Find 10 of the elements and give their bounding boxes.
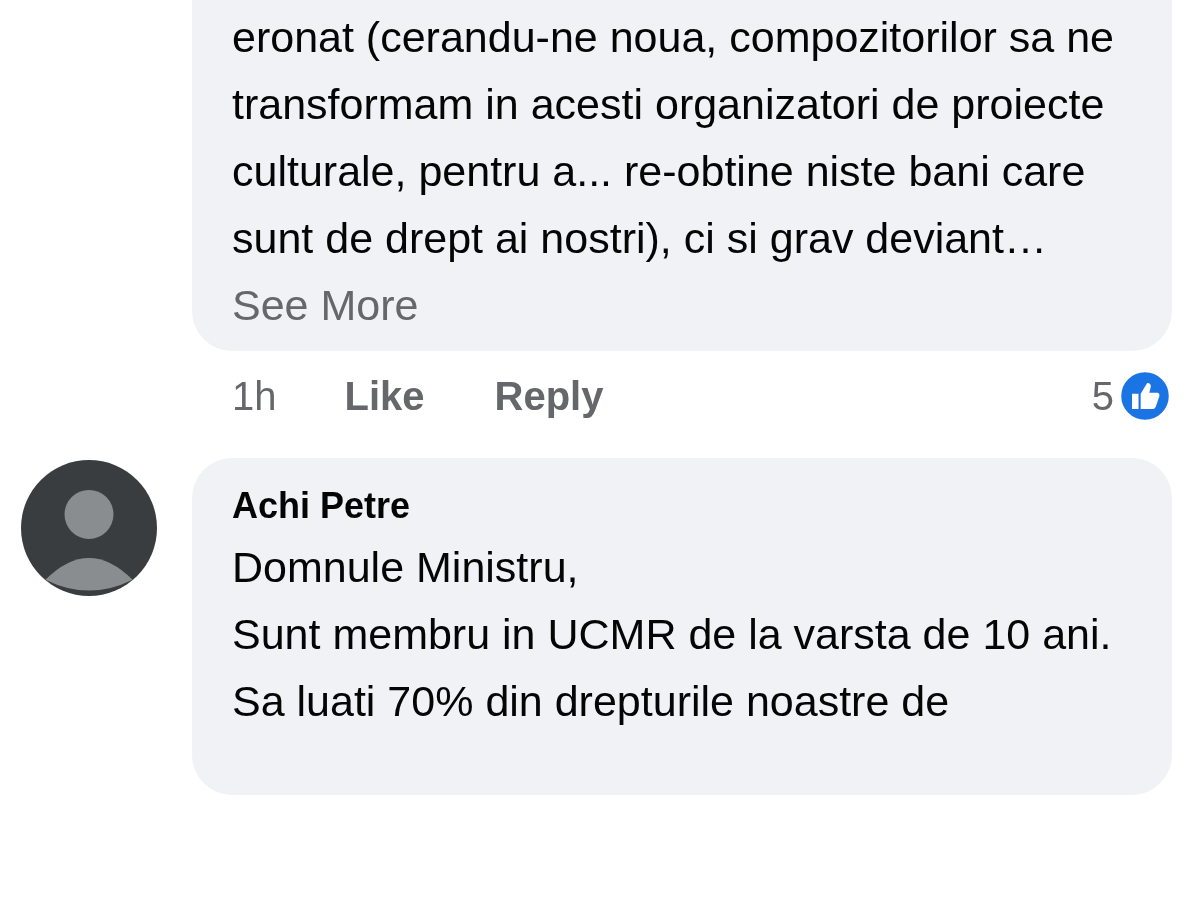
- comment-action-link[interactable]: Like: [344, 373, 425, 419]
- see-more-link[interactable]: See More: [232, 281, 419, 329]
- comment-text: Domnule Ministru, Sunt membru in UCMR de la varsta de 10 ani. Sa luati 70% din drepturile noastre de: [232, 542, 1113, 727]
- comment-text: eronat (cerandu-ne noua, compozitorilor sa ne transformam in acesti organizatori de proiecte culturale, pentru a... re-obtine niste bani care sunt de drept ai nostri), ci si grav deviant… See More: [232, 12, 1115, 331]
- comment-action-link[interactable]: Reply: [494, 373, 604, 419]
- avatar-icon[interactable]: [21, 460, 157, 596]
- author-name[interactable]: Achi Petre: [232, 478, 1132, 534]
- reaction-count[interactable]: 5: [1091, 373, 1114, 419]
- thumbs-up-icon[interactable]: [1118, 369, 1172, 423]
- comment-time[interactable]: 1h: [232, 373, 277, 419]
